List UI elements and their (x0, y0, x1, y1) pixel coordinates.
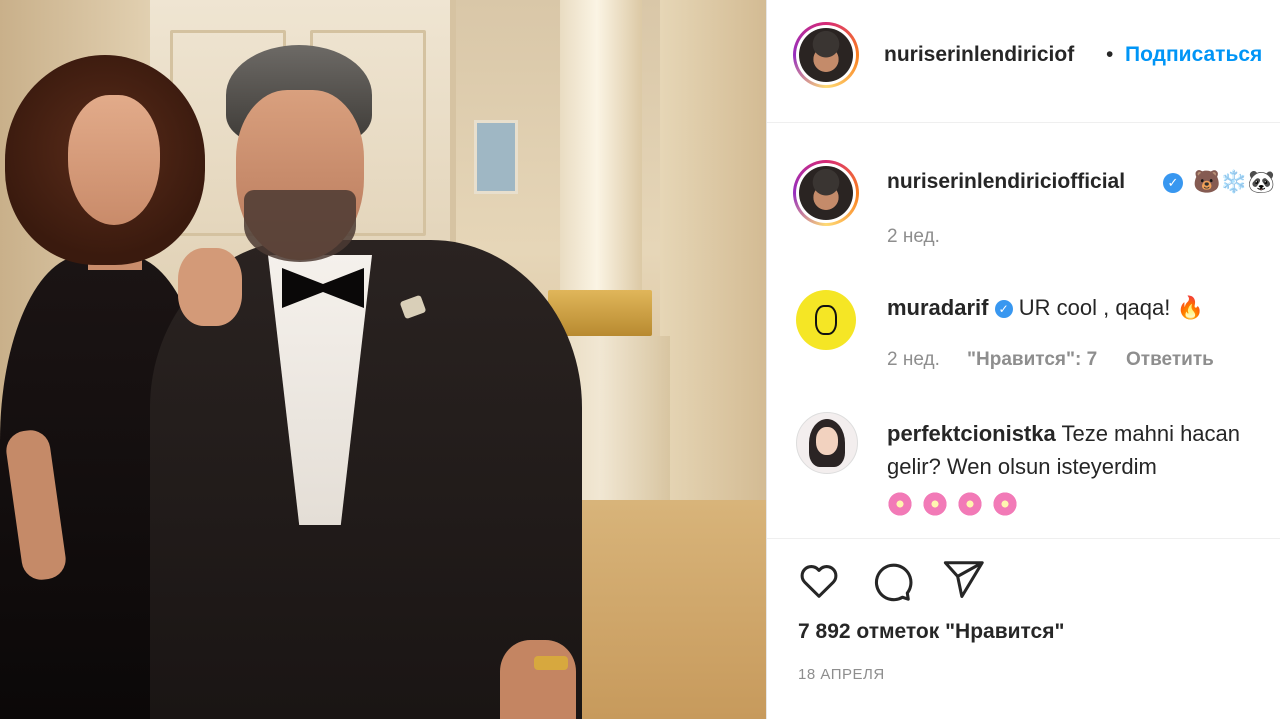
likes-count[interactable]: 7 892 отметок "Нравится" (798, 620, 1064, 644)
woman-face (68, 95, 160, 225)
flower-emoji-icon (957, 491, 983, 518)
comment-time[interactable]: 2 нед. (887, 349, 940, 371)
avatar-image (799, 166, 853, 220)
follow-button[interactable]: Подписаться (1125, 43, 1262, 67)
reply-button[interactable]: Ответить (1126, 349, 1214, 371)
header-separator: • (1106, 43, 1114, 66)
comment-username[interactable]: perfektcionistka (887, 421, 1056, 446)
post-date[interactable]: 18 АПРЕЛЯ (798, 666, 885, 683)
author-username[interactable]: nuriserinlendiriciof (884, 43, 1074, 67)
avatar-face (816, 427, 838, 455)
avatar-face-icon (815, 305, 837, 335)
flower-emoji-icon (922, 491, 948, 518)
man-watch (534, 656, 568, 670)
comment-likes[interactable]: "Нравится": 7 (967, 349, 1097, 371)
verified-badge-icon: ✓ (994, 300, 1013, 318)
comment-username[interactable]: muradarif (887, 295, 988, 320)
post-photo[interactable] (0, 0, 766, 719)
comment-text: muradarif ✓ UR cool , qaqa! 🔥 (887, 291, 1277, 324)
comment-emojis (887, 486, 1277, 519)
commenter-avatar[interactable] (796, 290, 856, 350)
header-divider (767, 122, 1280, 123)
heart-icon[interactable] (796, 557, 842, 603)
caption-avatar[interactable] (793, 160, 859, 226)
woman-hand (178, 248, 242, 326)
actions-divider (767, 538, 1280, 539)
caption-emoji: 🐻❄️🐼 (1193, 169, 1276, 194)
comment-text: perfektcionistka Teze mahni hacan gelir?… (887, 417, 1277, 519)
author-avatar[interactable] (793, 22, 859, 88)
share-icon[interactable] (940, 557, 986, 603)
comment-icon[interactable] (868, 557, 914, 603)
commenter-avatar[interactable] (796, 412, 858, 474)
avatar-image (799, 28, 853, 82)
panel-divider (766, 0, 767, 719)
man-beard (244, 190, 356, 262)
wall-sign (474, 120, 518, 194)
caption-username[interactable]: nuriserinlendiriciofficial (887, 170, 1125, 194)
flower-emoji-icon (887, 491, 913, 518)
comment-body: UR cool , qaqa! 🔥 (1018, 295, 1204, 320)
verified-badge-icon: ✓ (1163, 173, 1183, 193)
flower-emoji-icon (992, 491, 1018, 518)
caption-time[interactable]: 2 нед. (887, 226, 940, 248)
photo-column (560, 0, 642, 300)
man-hand (500, 640, 576, 719)
